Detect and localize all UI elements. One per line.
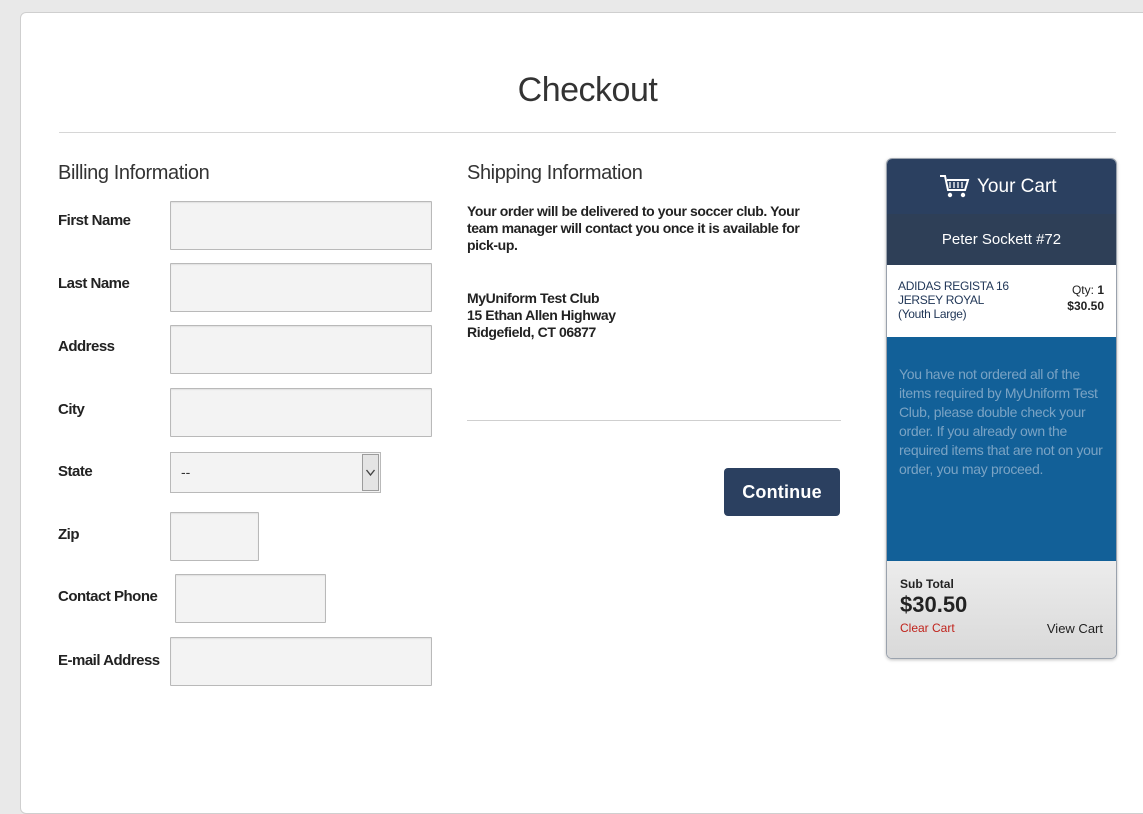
cart-panel: Your Cart Peter Sockett #72 ADIDAS REGIS… [886, 158, 1117, 659]
zip-input[interactable] [170, 512, 259, 561]
city-input[interactable] [170, 388, 432, 437]
qty-label: Qty: [1071, 283, 1094, 297]
clear-cart-link[interactable]: Clear Cart [900, 621, 955, 635]
state-label: State [58, 463, 93, 480]
chevron-down-icon[interactable] [362, 454, 379, 491]
club-address: MyUniform Test Club 15 Ethan Allen Highw… [467, 290, 616, 341]
last-name-label: Last Name [58, 275, 130, 292]
subtotal-value: $30.50 [900, 592, 968, 617]
view-cart-link[interactable]: View Cart [1047, 621, 1103, 636]
shipping-notice: Your order will be delivered to your soc… [467, 203, 800, 254]
cart-item-price: $30.50 [1067, 299, 1104, 313]
continue-button[interactable]: Continue [724, 468, 840, 516]
city-label: City [58, 401, 85, 418]
qty-value: 1 [1097, 283, 1104, 297]
shipping-notice-line: Your order will be delivered to your soc… [467, 203, 800, 219]
email-label: E-mail Address [58, 652, 160, 669]
cart-item: ADIDAS REGISTA 16 JERSEY ROYAL (Youth La… [887, 265, 1116, 337]
email-input[interactable] [170, 637, 432, 686]
cart-item-name-line: ADIDAS REGISTA 16 [898, 279, 1009, 293]
first-name-label: First Name [58, 212, 131, 229]
club-address-line: Ridgefield, CT 06877 [467, 324, 596, 340]
title-divider [59, 132, 1116, 133]
state-select-value: -- [181, 464, 191, 480]
cart-warning: You have not ordered all of the items re… [887, 337, 1116, 561]
first-name-input[interactable] [170, 201, 432, 250]
address-input[interactable] [170, 325, 432, 374]
club-address-line: 15 Ethan Allen Highway [467, 307, 616, 323]
shipping-notice-line: team manager will contact you once it is… [467, 220, 800, 236]
cart-footer: Sub Total $30.50 Clear Cart View Cart [887, 561, 1116, 658]
cart-item-name: ADIDAS REGISTA 16 JERSEY ROYAL (Youth La… [898, 279, 1038, 321]
cart-owner-name: Peter Sockett #72 [941, 231, 1062, 248]
subtotal-label: Sub Total [900, 577, 954, 591]
state-select[interactable]: -- [170, 452, 381, 493]
zip-label: Zip [58, 526, 80, 543]
cart-title: Your Cart [977, 176, 1057, 197]
address-label: Address [58, 338, 115, 355]
contact-phone-label: Contact Phone [58, 588, 158, 605]
club-address-line: MyUniform Test Club [467, 290, 600, 306]
billing-heading: Billing Information [58, 162, 210, 184]
shipping-notice-line: pick-up. [467, 237, 518, 253]
cart-item-name-line: JERSEY ROYAL [898, 293, 984, 307]
last-name-input[interactable] [170, 263, 432, 312]
contact-phone-input[interactable] [175, 574, 326, 623]
cart-item-name-line: (Youth Large) [898, 307, 967, 321]
cart-header: Your Cart [887, 159, 1116, 214]
shipping-heading: Shipping Information [467, 162, 643, 184]
cart-item-qty: Qty: 1 [1072, 283, 1104, 297]
cart-warning-text: You have not ordered all of the items re… [899, 366, 1103, 477]
page-title: Checkout [517, 71, 658, 109]
cart-owner: Peter Sockett #72 [887, 214, 1116, 265]
shipping-divider [467, 420, 841, 421]
shopping-cart-icon [940, 175, 970, 198]
checkout-panel: Checkout Billing Information First Name … [20, 12, 1143, 814]
